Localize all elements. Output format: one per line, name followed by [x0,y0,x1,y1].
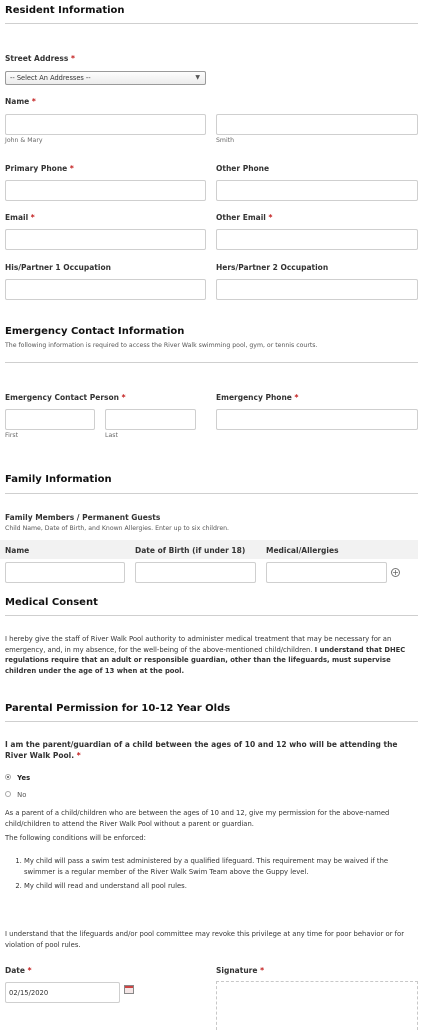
date-input[interactable]: 02/15/2020 [5,982,120,1003]
condition-item-1: My child will pass a swim test administe… [24,856,418,877]
emergency-phone-input[interactable] [216,409,418,430]
street-address-value: -- Select An Addresses -- [10,74,91,82]
emergency-description: The following information is required to… [5,342,318,349]
occupation2-label: Hers/Partner 2 Occupation [216,263,329,272]
medical-consent-text: I hereby give the staff of River Walk Po… [5,634,418,676]
signature-label: Signature * [216,966,265,975]
column-name: Name [5,546,30,555]
primary-phone-label: Primary Phone * [5,164,74,173]
first-name-sublabel: John & Mary [5,137,43,144]
radio-yes[interactable]: Yes [5,774,30,782]
parental-question: I am the parent/guardian of a child betw… [5,740,398,760]
first-name-input[interactable] [5,114,206,135]
name-label: Name * [5,97,36,106]
family-members-label: Family Members / Permanent Guests [5,513,161,522]
column-dob: Date of Birth (if under 18) [135,546,246,555]
radio-no[interactable]: No [5,791,26,799]
street-address-label: Street Address * [5,54,75,63]
emergency-person-label: Emergency Contact Person * [5,393,126,402]
divider [5,615,418,616]
last-name-sublabel: Smith [216,137,235,144]
section-title-emergency: Emergency Contact Information [5,326,185,337]
section-title-medical: Medical Consent [5,597,98,608]
emergency-last-sublabel: Last [105,432,118,439]
calendar-icon[interactable] [124,985,134,994]
emergency-first-sublabel: First [5,432,19,439]
divider [5,721,418,722]
add-row-icon[interactable]: + [391,568,400,577]
date-label: Date * [5,966,32,975]
radio-yes-indicator[interactable] [5,774,11,780]
last-name-input[interactable] [216,114,418,135]
primary-phone-input[interactable] [5,180,206,201]
radio-yes-label: Yes [17,774,31,782]
divider [5,362,418,363]
parental-para1: As a parent of a child/children who are … [5,809,390,828]
radio-no-indicator[interactable] [5,791,11,797]
other-email-label: Other Email * [216,213,273,222]
column-medical: Medical/Allergies [266,546,339,555]
occupation2-input[interactable] [216,279,418,300]
emergency-last-input[interactable] [105,409,196,430]
calendar-icon-header [125,986,133,988]
family-medical-input[interactable] [266,562,387,583]
street-address-select[interactable]: -- Select An Addresses -- ▼ [5,71,206,85]
email-label: Email * [5,213,35,222]
email-input[interactable] [5,229,206,250]
occupation1-label: His/Partner 1 Occupation [5,263,111,272]
emergency-phone-label: Emergency Phone * [216,393,299,402]
condition-item-2: My child will read and understand all po… [24,881,418,892]
family-members-description: Child Name, Date of Birth, and Known All… [5,525,230,532]
section-title-resident: Resident Information [5,5,125,16]
family-name-input[interactable] [5,562,125,583]
emergency-first-input[interactable] [5,409,95,430]
divider [5,23,418,24]
section-title-parental: Parental Permission for 10-12 Year Olds [5,703,231,714]
conditions-list: My child will pass a swim test administe… [24,856,418,892]
other-phone-input[interactable] [216,180,418,201]
signature-pad[interactable] [216,981,418,1030]
chevron-down-icon: ▼ [195,74,200,81]
occupation1-input[interactable] [5,279,206,300]
section-title-family: Family Information [5,474,112,485]
other-phone-label: Other Phone [216,164,270,173]
parental-para2: The following conditions will be enforce… [5,834,146,842]
radio-no-label: No [17,791,27,799]
other-email-input[interactable] [216,229,418,250]
divider [5,493,418,494]
revoke-text: I understand that the lifeguards and/or … [5,930,405,949]
family-dob-input[interactable] [135,562,256,583]
